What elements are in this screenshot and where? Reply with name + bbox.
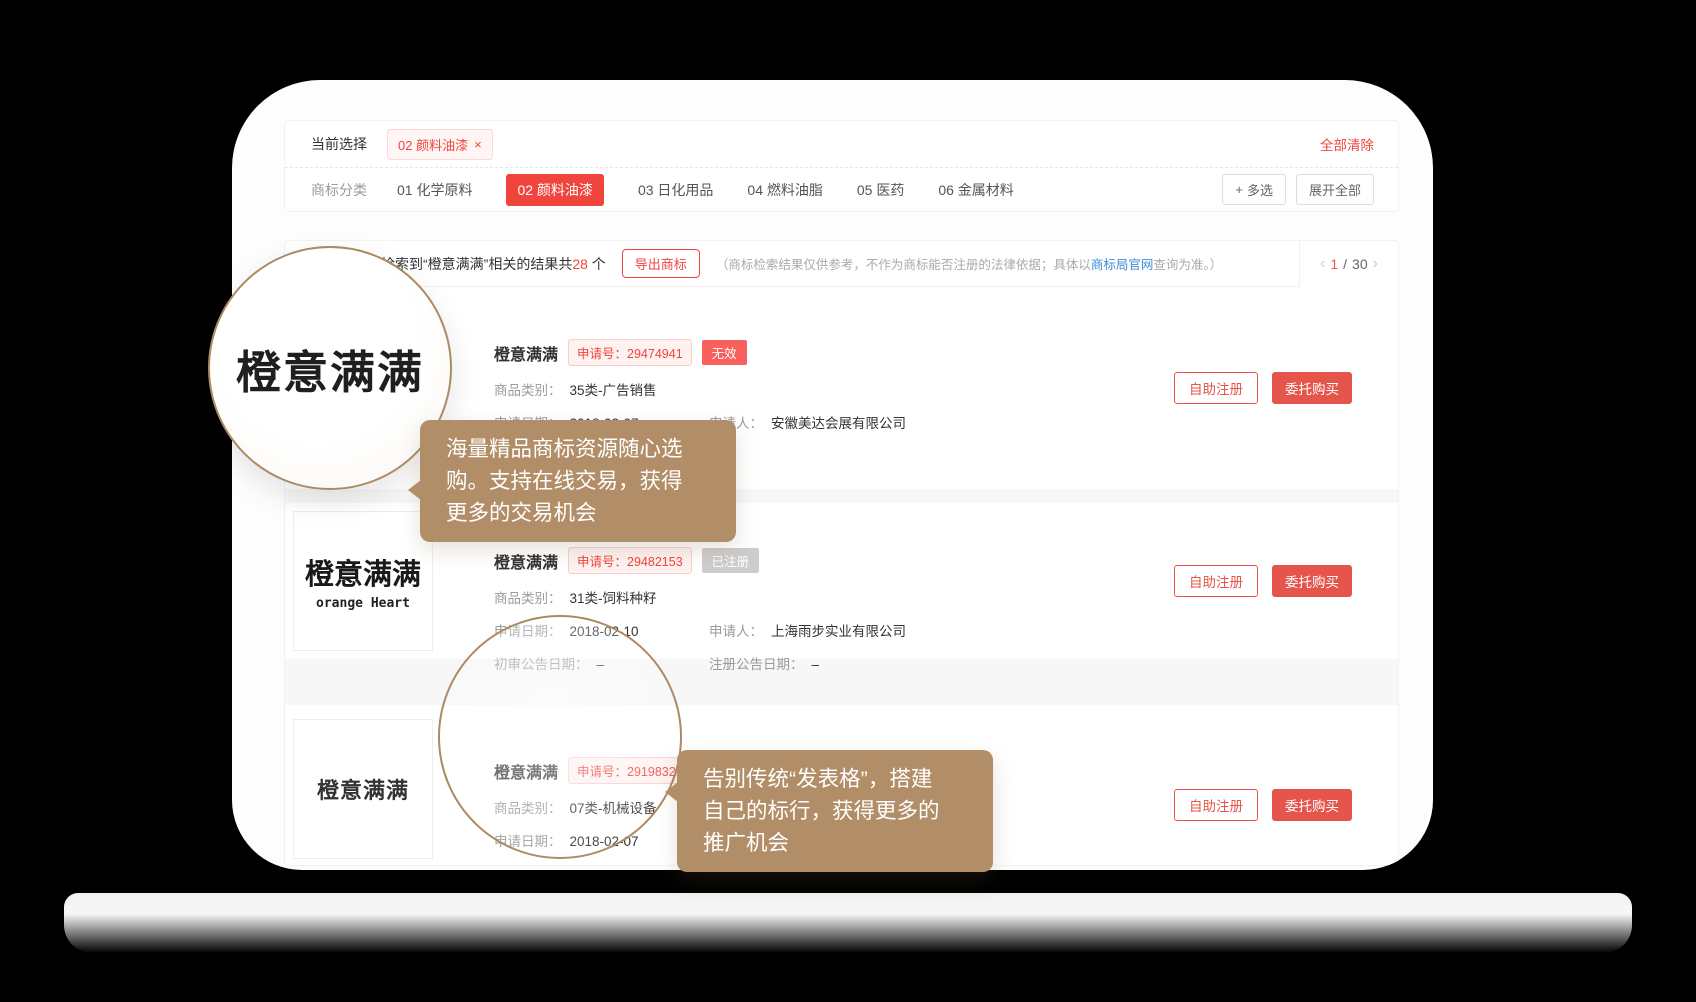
row-actions: 自助注册 委托购买 [1174, 565, 1352, 597]
tooltip-line: 更多的交易机会 [446, 497, 736, 529]
multi-select-label: 多选 [1247, 180, 1273, 199]
trademark-office-link[interactable]: 商标局官网 [1091, 258, 1154, 272]
product-category-label: 商品类别： [494, 587, 562, 607]
application-number-label: 申请号： [577, 555, 627, 569]
selected-filter-tag-label: 02 颜料油漆 [398, 135, 468, 154]
multi-select-button[interactable]: + 多选 [1222, 174, 1286, 205]
category-line: 商品类别： 35类-广告销售 [494, 379, 1174, 399]
status-badge: 已注册 [702, 548, 760, 573]
tooltip-line: 推广机会 [703, 827, 993, 859]
self-register-button[interactable]: 自助注册 [1174, 789, 1258, 821]
entrust-buy-button[interactable]: 委托购买 [1272, 565, 1352, 597]
tooltip-line: 海量精品商标资源随心选 [446, 433, 736, 465]
tooltip-line: 告别传统“发表格”，搭建 [703, 763, 993, 795]
category-item-06[interactable]: 06 金属材料 [938, 180, 1013, 200]
clear-all-button[interactable]: 全部清除 [1320, 134, 1374, 154]
tooltip-trademark-resources: 海量精品商标资源随心选 购。支持在线交易，获得 更多的交易机会 [420, 420, 736, 542]
category-item-01[interactable]: 01 化学原料 [397, 180, 472, 200]
applicant-value: 上海雨步实业有限公司 [771, 620, 906, 640]
application-number-label: 申请号： [577, 347, 627, 361]
entrust-buy-button[interactable]: 委托购买 [1272, 789, 1352, 821]
application-number-value: 29482153 [627, 555, 683, 569]
results-header: 当前分类共检索到“橙意满满”相关的结果共28 个 导出商标 （商标检索结果仅供参… [285, 241, 1398, 287]
self-register-button[interactable]: 自助注册 [1174, 372, 1258, 404]
filter-panel: 当前选择 02 颜料油漆 × 全部清除 商标分类 01 化学原料 02 颜料油漆… [284, 120, 1399, 212]
self-register-button[interactable]: 自助注册 [1174, 565, 1258, 597]
current-page: 1 [1330, 256, 1338, 272]
reg-notice-label: 注册公告日期： [709, 653, 804, 673]
current-selection-label: 当前选择 [311, 134, 367, 154]
application-number-tag: 申请号：29474941 [568, 339, 692, 366]
reg-notice-value: – [812, 657, 820, 672]
tooltip-line: 自己的标行，获得更多的 [703, 795, 993, 827]
magnifier-circle-highlight [438, 615, 682, 859]
results-summary-suffix: 个 [588, 256, 606, 272]
next-page-icon[interactable]: › [1373, 255, 1378, 273]
disclaimer-prefix: （商标检索结果仅供参考，不作为商标能否注册的法律依据；具体以 [716, 258, 1091, 272]
expand-all-button[interactable]: 展开全部 [1296, 174, 1374, 205]
row-actions: 自助注册 委托购买 [1174, 789, 1352, 821]
row-actions: 自助注册 委托购买 [1174, 372, 1352, 404]
results-disclaimer: （商标检索结果仅供参考，不作为商标能否注册的法律依据；具体以商标局官网查询为准。… [716, 254, 1222, 273]
entrust-buy-button[interactable]: 委托购买 [1272, 372, 1352, 404]
prev-page-icon[interactable]: ‹ [1320, 255, 1325, 273]
current-selection-row: 当前选择 02 颜料油漆 × 全部清除 [285, 121, 1398, 168]
magnifier-circle-zoom: 橙意满满 [208, 246, 452, 490]
product-category-value: 35类-广告销售 [570, 379, 657, 399]
category-line: 商品类别： 31类-饲料种籽 [494, 587, 1174, 607]
category-item-05[interactable]: 05 医药 [857, 180, 904, 200]
trademark-name[interactable]: 橙意满满 [494, 341, 558, 365]
total-pages: 30 [1352, 256, 1368, 272]
applicant-label: 申请人： [709, 620, 763, 640]
disclaimer-suffix: 查询为准。） [1153, 258, 1222, 272]
status-badge: 无效 [702, 340, 747, 365]
tooltip-line: 购。支持在线交易，获得 [446, 465, 736, 497]
application-number-value: 29474941 [627, 347, 683, 361]
applicant-value: 安徽美达会展有限公司 [771, 412, 906, 432]
category-item-02-selected[interactable]: 02 颜料油漆 [506, 174, 603, 206]
product-category-label: 商品类别： [494, 379, 562, 399]
laptop-base [64, 893, 1632, 953]
trademark-info: 橙意满满 申请号：29474941 无效 商品类别：35类-广告销售 申请日期：… [494, 287, 1174, 432]
category-actions: + 多选 展开全部 [1222, 174, 1374, 205]
title-line: 橙意满满 申请号：29474941 无效 [494, 339, 1174, 366]
trademark-image[interactable]: 橙意满满 [293, 719, 433, 859]
export-trademark-button[interactable]: 导出商标 [622, 249, 700, 278]
results-count: 28 [572, 256, 588, 272]
category-item-04[interactable]: 04 燃料油脂 [747, 180, 822, 200]
tooltip-promotion: 告别传统“发表格”，搭建 自己的标行，获得更多的 推广机会 [677, 750, 993, 872]
product-category-value: 31类-饲料种籽 [570, 587, 657, 607]
plus-icon: + [1235, 182, 1243, 197]
category-item-03[interactable]: 03 日化用品 [638, 180, 713, 200]
close-icon[interactable]: × [474, 137, 482, 152]
trademark-name[interactable]: 橙意满满 [494, 549, 558, 573]
application-number-tag: 申请号：29482153 [568, 547, 692, 574]
selected-filter-tag[interactable]: 02 颜料油漆 × [387, 129, 493, 160]
category-row: 商标分类 01 化学原料 02 颜料油漆 03 日化用品 04 燃料油脂 05 … [285, 168, 1398, 211]
trademark-image-subtext: orange Heart [316, 596, 410, 611]
category-label: 商标分类 [311, 180, 367, 200]
trademark-image-text: 橙意满满 [305, 551, 421, 593]
trademark-image[interactable]: 橙意满满 orange Heart [293, 511, 433, 651]
page-separator: / [1343, 256, 1347, 272]
pagination: ‹ 1 / 30 › [1299, 241, 1398, 287]
first-notice-label: 初审公告日期： [494, 863, 589, 866]
magnified-trademark-text: 橙意满满 [236, 336, 424, 401]
trademark-image-text: 橙意满满 [317, 773, 409, 805]
title-line: 橙意满满 申请号：29482153 已注册 [494, 547, 1174, 574]
